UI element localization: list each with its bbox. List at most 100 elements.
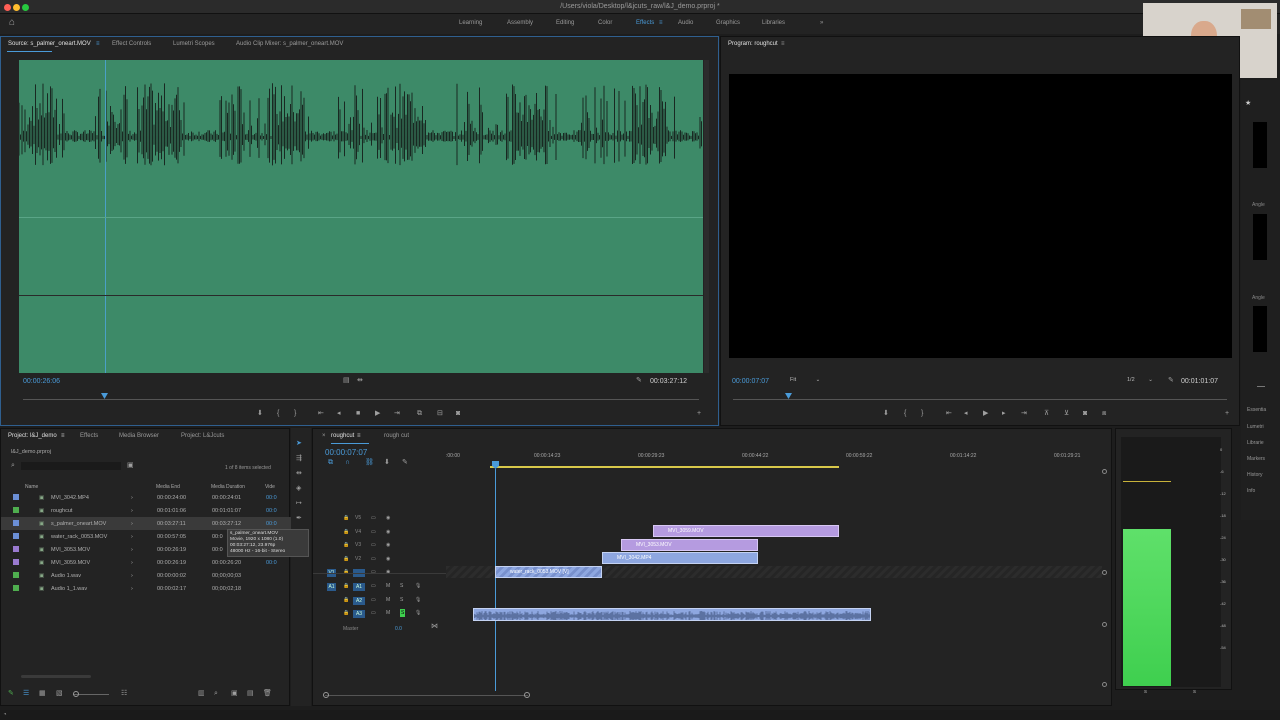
solo-button[interactable]: S [400, 582, 403, 590]
expand-chevron-icon[interactable]: › [131, 573, 133, 579]
clip-mvi-3053[interactable]: MVI_3053.MOV [621, 539, 758, 551]
track-label[interactable]: A1 [353, 583, 365, 591]
project-item-row[interactable]: ▣ Audio 1.wav › 00:00:00:02 00;00;00;03 [1, 569, 291, 582]
list-view-icon[interactable]: ☰ [23, 690, 29, 698]
icon-view-icon[interactable]: ▦ [39, 690, 46, 698]
track-select-icon[interactable]: ⇶ [296, 455, 302, 463]
workspace-audio[interactable]: Audio [678, 20, 693, 26]
project-item-row[interactable]: ▣ Audio 1_1.wav › 00:00:02:17 00;00;02;18 [1, 582, 291, 595]
project-item-row[interactable]: ▣ MVI_3059.MOV › 00:00:26:19 00:00:26:20 00:0 [1, 556, 291, 569]
drag-audio-icon[interactable]: ⇹ [357, 377, 363, 385]
project-item-row[interactable]: ▣ MVI_3042.MP4 › 00:00:24:00 00:00:24:01 00:0 [1, 491, 291, 504]
voiceover-record-icon[interactable]: 🎙 [415, 582, 421, 590]
voiceover-record-icon[interactable]: 🎙 [415, 609, 421, 617]
workspace-libraries[interactable]: Libraries [762, 20, 785, 26]
label-color-swatch[interactable] [13, 572, 19, 578]
track-label[interactable]: A2 [353, 596, 365, 605]
eye-icon[interactable]: ◉ [386, 528, 390, 536]
column-media-end[interactable]: Media End [156, 484, 180, 490]
program-title[interactable]: Program: roughcut [728, 41, 778, 47]
eye-icon[interactable]: ◉ [386, 514, 390, 522]
label-color-swatch[interactable] [13, 494, 19, 500]
label-color-swatch[interactable] [13, 559, 19, 565]
razor-icon[interactable]: ◈ [296, 485, 301, 493]
solo-right[interactable]: S [1193, 689, 1196, 694]
expand-chevron-icon[interactable]: › [131, 508, 133, 514]
go-to-out-icon[interactable]: ⇥ [1021, 410, 1027, 418]
expand-chevron-icon[interactable]: › [131, 495, 133, 501]
program-scrub-bar[interactable] [733, 399, 1227, 400]
step-forward-icon[interactable]: ▸ [1002, 410, 1006, 418]
tab-rough-cut[interactable]: rough cut [384, 433, 409, 439]
search-icon[interactable]: ⌕ [11, 462, 15, 470]
column-media-duration[interactable]: Media Duration [211, 484, 245, 490]
go-to-in-icon[interactable]: ⇤ [318, 410, 324, 418]
track-lock-icon[interactable]: 🔒 [343, 541, 349, 549]
work-area-bar[interactable] [490, 466, 839, 468]
freeform-view-icon[interactable]: ▧ [56, 690, 63, 698]
workspace-assembly[interactable]: Assembly [507, 20, 533, 26]
export-frame-icon[interactable]: ◙ [1083, 410, 1087, 418]
trash-icon[interactable]: 🗑 [263, 690, 272, 698]
track-label[interactable]: V2 [355, 556, 361, 562]
panel-libraries[interactable]: Librarie [1247, 440, 1264, 446]
settings-wrench-icon[interactable]: ✎ [402, 459, 408, 467]
workspace-learning[interactable]: Learning [459, 20, 482, 26]
zoom-slider-handle[interactable] [73, 691, 79, 697]
tab-project[interactable]: Project: l&J_demo [8, 433, 57, 439]
play-icon[interactable]: ▶ [375, 410, 380, 418]
clip-mvi-3042[interactable]: MVI_3042.MP4 [602, 552, 758, 564]
eye-icon[interactable]: ◉ [386, 568, 390, 576]
track-label[interactable]: V3 [355, 542, 361, 548]
mute-button[interactable]: M [386, 609, 390, 617]
source-scrollbar[interactable] [704, 60, 709, 373]
tab-media-browser[interactable]: Media Browser [119, 433, 159, 439]
label-color-swatch[interactable] [13, 546, 19, 552]
sync-lock-icon[interactable]: ▭ [371, 528, 376, 536]
tab-effects[interactable]: Effects [80, 433, 98, 439]
track-lock-icon[interactable]: 🔒 [343, 514, 349, 522]
tab-menu-close-icon[interactable]: × [322, 433, 326, 439]
track-lock-icon[interactable]: 🔒 [343, 568, 349, 576]
sync-lock-icon[interactable]: ▭ [371, 514, 376, 522]
master-volume[interactable]: 0.0 [395, 626, 402, 632]
timeline-menu-icon[interactable]: ≡ [357, 433, 361, 439]
star-icon[interactable]: ★ [1245, 100, 1251, 108]
comparison-view-icon[interactable]: ⧈ [1102, 410, 1106, 418]
tab-roughcut[interactable]: roughcut [331, 433, 354, 439]
track-lock-icon[interactable]: 🔒 [343, 582, 349, 590]
project-menu-icon[interactable]: ≡ [61, 433, 65, 439]
track-label[interactable]: V5 [355, 515, 361, 521]
new-bin-icon[interactable]: ▣ [231, 690, 238, 698]
workspace-graphics[interactable]: Graphics [716, 20, 740, 26]
sort-icon[interactable]: ☷ [121, 690, 127, 698]
track-lock-icon[interactable]: 🔒 [343, 609, 349, 617]
workspace-color[interactable]: Color [598, 20, 612, 26]
clip-water-rack[interactable]: water_rack_0053.MOV [V] [495, 566, 602, 578]
panel-history[interactable]: History [1247, 472, 1263, 478]
tab-effect-controls[interactable]: Effect Controls [112, 41, 151, 47]
workspace-editing[interactable]: Editing [556, 20, 574, 26]
mark-in-icon[interactable]: { [277, 410, 279, 418]
wrench-icon[interactable]: ✎ [1168, 377, 1174, 385]
program-current-timecode[interactable]: 00:00:07:07 [732, 378, 769, 385]
pencil-icon[interactable]: ✎ [8, 690, 14, 698]
button-editor-icon[interactable]: + [1225, 410, 1229, 418]
slip-tool-icon[interactable]: ↦ [296, 500, 302, 508]
timeline-horizontal-scroll[interactable] [325, 695, 528, 696]
label-color-swatch[interactable] [13, 533, 19, 539]
track-label[interactable]: A3 [353, 610, 365, 618]
mute-button[interactable]: M [386, 596, 390, 604]
clip-mvi-3059[interactable]: MVI_3059.MOV [653, 525, 839, 537]
source-scrub-bar[interactable] [23, 399, 699, 400]
pen-tool-icon[interactable]: ✒ [296, 515, 302, 523]
project-scrollbar[interactable] [21, 675, 91, 678]
new-item-icon[interactable]: ▤ [247, 690, 254, 698]
find-icon[interactable]: ⌕ [214, 690, 218, 698]
sync-lock-icon[interactable]: ▭ [371, 555, 376, 563]
insert-icon[interactable]: ⧉ [417, 410, 422, 418]
home-icon[interactable]: ⌂ [9, 18, 15, 28]
sync-lock-icon[interactable]: ▭ [371, 541, 376, 549]
new-bin-icon[interactable]: ▣ [127, 462, 134, 470]
label-color-swatch[interactable] [13, 507, 19, 513]
